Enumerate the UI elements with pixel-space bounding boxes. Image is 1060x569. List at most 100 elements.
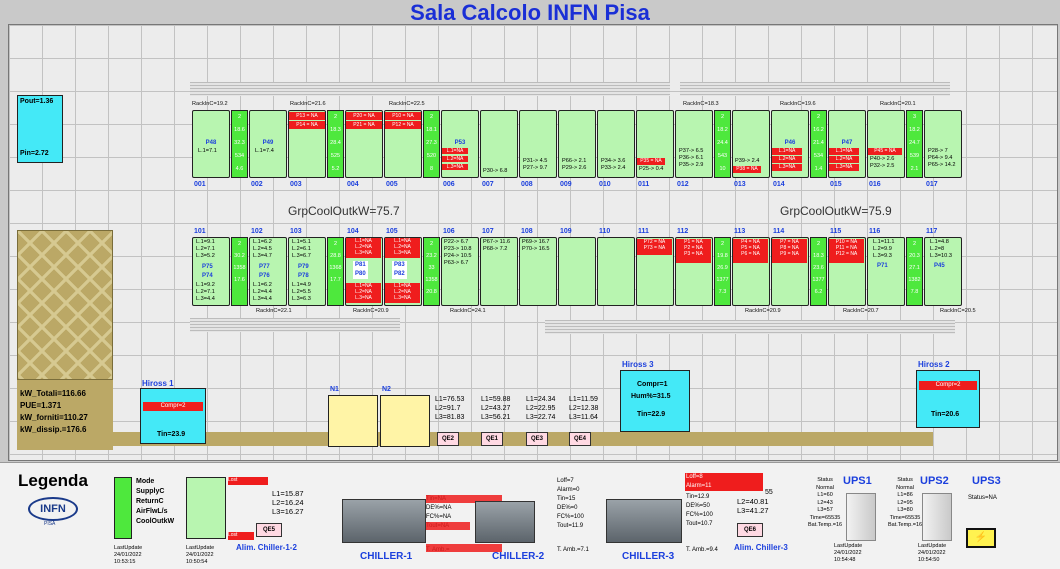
pdu-value: P28-> 7 P64-> 9.4 P65-> 14.2 bbox=[928, 148, 956, 168]
alarm-cell[interactable]: P1 = NA P2 = NA P3 = NA bbox=[676, 239, 711, 263]
rack-number: 101 bbox=[194, 228, 206, 235]
alarm-cell[interactable]: L.1=NA bbox=[829, 148, 859, 155]
n2-unit[interactable] bbox=[380, 395, 430, 447]
alarm-cell[interactable]: P38 = NA bbox=[733, 166, 761, 173]
cooling-value: 2 bbox=[720, 241, 725, 247]
alarm-cell[interactable]: P14 = NA bbox=[289, 121, 325, 129]
rack-number: 113 bbox=[734, 228, 746, 235]
alarm-cell[interactable]: P10 = NA bbox=[385, 112, 421, 120]
qe4-box[interactable]: QE4 bbox=[569, 432, 591, 446]
alarm-cell[interactable]: L.2=NA bbox=[772, 156, 802, 163]
cooling-value: 534 bbox=[813, 153, 824, 159]
cooling-value: 18.3 bbox=[330, 127, 341, 133]
hiross2-unit[interactable]: Compr=2 Tin=20.6 bbox=[916, 370, 980, 428]
rackin-label: RackInC=20.7 bbox=[843, 308, 879, 314]
pdu-value: P25-> 0.4 bbox=[639, 166, 664, 172]
grp-cool-out-2: GrpCoolOutkW=75.9 bbox=[780, 204, 892, 218]
alarm-cell[interactable]: P10 = NA P11 = NA P12 = NA bbox=[829, 239, 864, 263]
cooling-column[interactable] bbox=[327, 237, 344, 306]
lost-indicator-2: Lost bbox=[228, 532, 254, 540]
cooling-value: 23.2 bbox=[426, 253, 437, 259]
cooling-column[interactable] bbox=[714, 237, 731, 306]
chiller1-alarm bbox=[426, 544, 502, 552]
rackin-label: RackInC=24.1 bbox=[450, 308, 486, 314]
kw-dissip: kW_dissip.=176.6 bbox=[20, 425, 87, 434]
chiller3-image bbox=[606, 499, 682, 543]
cable-tray bbox=[680, 82, 950, 96]
qe5-box[interactable]: QE5 bbox=[256, 523, 282, 537]
alarm-cell[interactable]: L.1=NA bbox=[772, 148, 802, 155]
cooling-value: 24.4 bbox=[717, 140, 728, 146]
pdu-value: P37-> 6.5 P36-> 6.1 P35-> 2.9 bbox=[679, 148, 704, 168]
cooling-column[interactable] bbox=[423, 237, 440, 306]
alarm-cell[interactable]: L.1=NA L.2=NA L.3=NA bbox=[385, 283, 420, 303]
cooling-value: 2.1 bbox=[910, 166, 919, 172]
cooling-column[interactable] bbox=[231, 237, 248, 306]
cooling-column[interactable] bbox=[810, 237, 827, 306]
alarm-cell[interactable]: L.2=NA bbox=[442, 156, 468, 162]
cooling-value: 17.7 bbox=[330, 277, 341, 283]
chiller3-tamb: T. Amb.=9.4 bbox=[686, 547, 718, 553]
alarm-cell[interactable]: L.1=NA L.2=NA L.3=NA bbox=[385, 238, 420, 258]
ups3-warning-icon[interactable]: ⚡ bbox=[966, 528, 996, 548]
chiller3-values: Tin=12.9 DE%=50 FC%=100 Tout=10.7 bbox=[686, 494, 713, 527]
qe2-box[interactable]: QE2 bbox=[437, 432, 459, 446]
alarm-cell[interactable]: L.3=NA bbox=[772, 164, 802, 171]
qe6-box[interactable]: QE6 bbox=[737, 523, 763, 537]
alarm-cell[interactable]: L.1=NA bbox=[442, 148, 468, 154]
rack-number: 013 bbox=[734, 181, 746, 188]
alarm-cell[interactable]: P72 = NA P73 = NA bbox=[637, 239, 672, 255]
ups3-status: Status=NA bbox=[968, 495, 997, 501]
cooling-value: 7.3 bbox=[718, 289, 727, 295]
power-box[interactable]: Pout=1.36 Pin=2.72 bbox=[17, 95, 63, 163]
alarm-cell[interactable]: P4 = NA P5 = NA P6 = NA bbox=[733, 239, 768, 263]
legend-modes: Mode SupplyC ReturnC AirFlwL/s CoolOutkW bbox=[136, 478, 175, 525]
alarm-cell[interactable]: P20 = NA bbox=[346, 112, 382, 120]
chiller3-status: Loff=8 Alarm=11 bbox=[686, 474, 712, 489]
chiller2-values: Loff=7 Alarm=0 Tin=15 DE%=0 FC%=100 Tout… bbox=[557, 478, 584, 529]
qe3-box[interactable]: QE3 bbox=[526, 432, 548, 446]
alarm-cell[interactable]: P21 = NA bbox=[346, 121, 382, 129]
cooling-value: 543 bbox=[717, 153, 728, 159]
pdu-value: P69-> 16.7 P70-> 16.5 bbox=[522, 239, 550, 252]
alarm-cell[interactable]: P45 = NA bbox=[868, 148, 902, 155]
rack-number: 008 bbox=[521, 181, 533, 188]
alarm-cell[interactable]: L.1=NA L.2=NA L.3=NA bbox=[346, 238, 381, 258]
cooling-value: 1.4 bbox=[814, 166, 823, 172]
qe6-values: L2=40.81 L3=41.27 bbox=[737, 497, 769, 515]
alarm-cell[interactable]: P12 = NA bbox=[385, 121, 421, 129]
alarm-cell[interactable]: P7 = NA P8 = NA P9 = NA bbox=[772, 239, 807, 263]
chiller2-tamb: T. Amb.=7.1 bbox=[557, 547, 589, 553]
alarm-cell[interactable]: L.3=NA bbox=[442, 164, 468, 170]
cooling-value: 534 bbox=[234, 153, 245, 159]
rack-109[interactable] bbox=[558, 237, 596, 306]
qe3-values: L1=24.34 L2=22.95 L3=22.74 bbox=[526, 396, 556, 421]
cooling-value: 26.9 bbox=[717, 265, 728, 271]
pdu-label: P48 bbox=[205, 140, 217, 146]
alarm-cell[interactable]: L.3=NA bbox=[829, 164, 859, 171]
alarm-cell[interactable]: L.2=NA bbox=[829, 156, 859, 163]
pdu-value: P30-> 6.8 bbox=[483, 168, 508, 174]
rack-number: 102 bbox=[251, 228, 263, 235]
rack-number: 015 bbox=[830, 181, 842, 188]
hiross3-unit[interactable]: Compr=1 Hum%=31.5 Tin=22.9 bbox=[620, 370, 690, 432]
cooling-value: 20.3 bbox=[909, 253, 920, 259]
n1-label: N1 bbox=[330, 386, 339, 393]
rack-number: 003 bbox=[290, 181, 302, 188]
rack-number: 010 bbox=[599, 181, 611, 188]
pdu-value: P31-> 4.5 P27-> 9.7 bbox=[523, 158, 548, 171]
pin-value: Pin=2.72 bbox=[20, 150, 49, 157]
alarm-cell[interactable]: P13 = NA bbox=[289, 112, 325, 120]
cooling-value: 2 bbox=[816, 241, 821, 247]
qe1-box[interactable]: QE1 bbox=[481, 432, 503, 446]
hiross1-unit[interactable]: Compr=2 Tin=23.9 bbox=[140, 388, 206, 444]
alarm-cell[interactable]: L.1=NA L.2=NA L.3=NA bbox=[346, 283, 381, 303]
cooling-column[interactable] bbox=[906, 237, 923, 306]
alarm-cell[interactable]: P35 = NA bbox=[637, 158, 665, 165]
rack-number: 006 bbox=[443, 181, 455, 188]
rack-110[interactable] bbox=[597, 237, 635, 306]
rack-number: 109 bbox=[560, 228, 572, 235]
n1-unit[interactable] bbox=[328, 395, 378, 447]
qe6-partial: 55 bbox=[765, 489, 773, 496]
cooling-value: 2 bbox=[720, 114, 725, 120]
